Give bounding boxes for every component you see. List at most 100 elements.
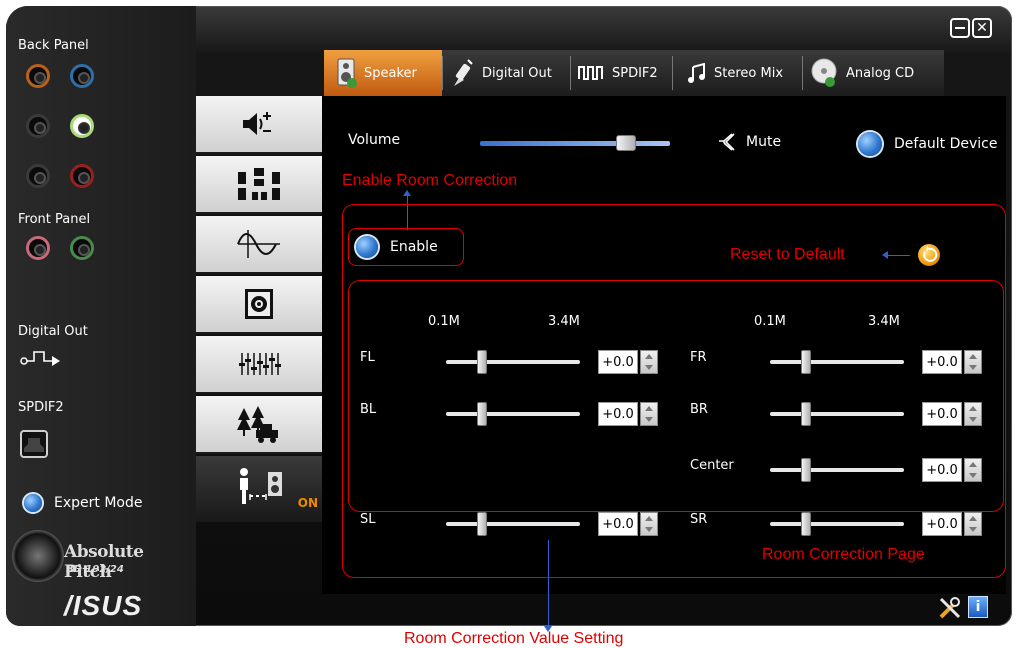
speaker-array-icon bbox=[238, 168, 280, 200]
speaker-icon bbox=[337, 58, 357, 88]
scale-min-right: 0.1M bbox=[754, 314, 786, 329]
channel-slider[interactable] bbox=[770, 402, 904, 426]
annotation-arrowhead bbox=[403, 190, 411, 196]
channel-spinner[interactable] bbox=[640, 512, 658, 536]
tab-spdif2[interactable]: SPDIF2 bbox=[572, 50, 670, 96]
channel-slider[interactable] bbox=[770, 512, 904, 536]
jack-green[interactable] bbox=[70, 236, 94, 260]
slider-track bbox=[770, 468, 904, 472]
channel-spinner[interactable] bbox=[964, 402, 982, 426]
jack-black[interactable] bbox=[26, 114, 50, 138]
annotation-arrow bbox=[548, 540, 549, 628]
channel-value-field[interactable]: +0.0 bbox=[922, 350, 962, 374]
sidebar-item-equalizer[interactable] bbox=[196, 336, 322, 394]
slider-track bbox=[770, 522, 904, 526]
slider-thumb[interactable] bbox=[801, 458, 811, 482]
enable-radio-icon bbox=[356, 236, 378, 258]
scale-max-left: 3.4M bbox=[548, 314, 580, 329]
tab-label: Digital Out bbox=[482, 65, 552, 81]
channel-value-field[interactable]: +0.0 bbox=[922, 458, 962, 482]
channel-value-field[interactable]: +0.0 bbox=[598, 402, 638, 426]
tab-stereo-mix[interactable]: Stereo Mix bbox=[680, 50, 802, 96]
default-device-radio-icon bbox=[858, 132, 882, 156]
scale-max-right: 3.4M bbox=[868, 314, 900, 329]
sidebar-item-environment[interactable] bbox=[196, 396, 322, 454]
slider-thumb[interactable] bbox=[477, 350, 487, 374]
enable-label: Enable bbox=[390, 239, 438, 255]
jack-black-2[interactable] bbox=[26, 164, 50, 188]
speaker-settings-panel: Volume Mute Default Device Enable Room C… bbox=[322, 96, 1006, 594]
channel-value-field[interactable]: +0.0 bbox=[922, 402, 962, 426]
mute-button[interactable]: Mute bbox=[718, 132, 781, 152]
sidebar-item-volume[interactable] bbox=[196, 96, 322, 154]
speaker-logo-icon bbox=[12, 530, 64, 582]
channel-slider[interactable] bbox=[446, 402, 580, 426]
volume-slider[interactable] bbox=[480, 133, 670, 153]
front-panel-label: Front Panel bbox=[18, 212, 91, 227]
annotation-enable-room-correction: Enable Room Correction bbox=[342, 172, 518, 189]
expert-mode-radio-icon bbox=[24, 494, 42, 512]
reset-to-default-button[interactable] bbox=[918, 244, 940, 266]
jack-pink[interactable] bbox=[26, 236, 50, 260]
channel-spinner[interactable] bbox=[640, 402, 658, 426]
cd-icon bbox=[811, 58, 837, 87]
jack-blue[interactable] bbox=[70, 64, 94, 88]
spdif-port-icon bbox=[20, 430, 48, 458]
sidebar-item-waveform[interactable] bbox=[196, 216, 322, 274]
channel-value-field[interactable]: +0.0 bbox=[922, 512, 962, 536]
pulse-icon bbox=[578, 66, 603, 80]
channel-value-field[interactable]: +0.0 bbox=[598, 512, 638, 536]
slider-thumb[interactable] bbox=[801, 350, 811, 374]
jack-red[interactable] bbox=[70, 164, 94, 188]
channel-spinner[interactable] bbox=[640, 350, 658, 374]
default-device-label: Default Device bbox=[894, 136, 998, 152]
annotation-arrowhead bbox=[882, 251, 888, 259]
jack-lime[interactable] bbox=[70, 114, 94, 138]
enable-radio[interactable]: Enable bbox=[356, 236, 438, 258]
minimize-button[interactable] bbox=[950, 18, 970, 38]
sidebar-item-room-correction[interactable]: ON bbox=[196, 456, 322, 522]
channel-slider[interactable] bbox=[770, 458, 904, 482]
equalizer-icon bbox=[239, 353, 281, 375]
scale-min-left: 0.1M bbox=[428, 314, 460, 329]
brand-title: Absolute Pitch bbox=[64, 542, 144, 582]
channel-value-field[interactable]: +0.0 bbox=[598, 350, 638, 374]
left-panel: Back Panel Front Panel Digital Out SPDIF… bbox=[6, 6, 196, 626]
slider-track bbox=[770, 360, 904, 364]
default-device-radio[interactable]: Default Device bbox=[858, 132, 997, 156]
device-tab-bar: Speaker Digital Out SPDIF2 Stereo Mix An… bbox=[324, 50, 944, 96]
tab-analog-cd[interactable]: Analog CD bbox=[806, 50, 930, 96]
slider-track bbox=[446, 412, 580, 416]
jack-orange[interactable] bbox=[26, 64, 50, 88]
expert-mode-label: Expert Mode bbox=[54, 495, 143, 511]
sidebar-item-subwoofer[interactable] bbox=[196, 276, 322, 334]
channel-spinner[interactable] bbox=[964, 458, 982, 482]
info-icon[interactable]: i bbox=[968, 596, 988, 618]
tab-digital-out[interactable]: Digital Out bbox=[444, 50, 568, 96]
reset-icon bbox=[923, 246, 938, 262]
brand-subtitle: BD 192/24 bbox=[66, 564, 124, 575]
channel-label: FR bbox=[690, 350, 707, 365]
slider-thumb[interactable] bbox=[477, 402, 487, 426]
annotation-reset-to-default: Reset to Default bbox=[730, 246, 845, 263]
channel-slider[interactable] bbox=[446, 512, 580, 536]
tab-label: SPDIF2 bbox=[612, 65, 658, 81]
slider-thumb[interactable] bbox=[801, 512, 811, 536]
slider-thumb[interactable] bbox=[801, 402, 811, 426]
slider-thumb[interactable] bbox=[477, 512, 487, 536]
tools-icon[interactable] bbox=[938, 596, 962, 620]
tab-speaker[interactable]: Speaker bbox=[324, 50, 442, 96]
audio-control-window: Back Panel Front Panel Digital Out SPDIF… bbox=[6, 6, 1012, 626]
slider-track bbox=[446, 522, 580, 526]
channel-slider[interactable] bbox=[446, 350, 580, 374]
mute-label: Mute bbox=[746, 134, 782, 150]
channel-spinner[interactable] bbox=[964, 350, 982, 374]
channel-spinner[interactable] bbox=[964, 512, 982, 536]
expert-mode-toggle[interactable]: Expert Mode bbox=[24, 494, 142, 512]
channel-slider[interactable] bbox=[770, 350, 904, 374]
close-button[interactable]: ✕ bbox=[972, 18, 992, 38]
sidebar-item-speaker-array[interactable] bbox=[196, 156, 322, 214]
channel-label: BR bbox=[690, 402, 708, 417]
mute-icon bbox=[719, 133, 735, 151]
volume-thumb[interactable] bbox=[616, 135, 636, 151]
